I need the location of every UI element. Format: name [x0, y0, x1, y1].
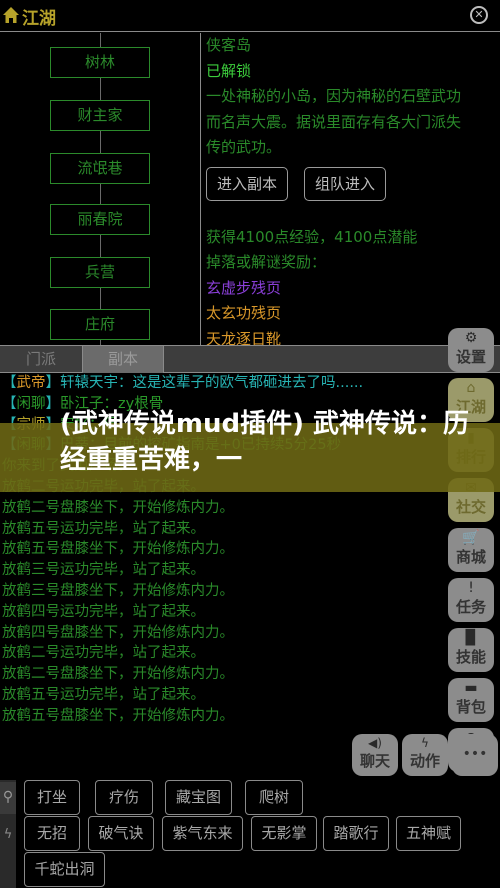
- book-icon: ▉: [465, 630, 477, 646]
- search-icon[interactable]: ⚲: [0, 782, 16, 814]
- command-button[interactable]: 无影掌: [251, 816, 317, 851]
- map-panel: 树林 财主家 流氓巷 丽春院 兵营 庄府: [0, 33, 200, 345]
- map-node[interactable]: 庄府: [50, 309, 150, 340]
- home-icon: ⌂: [466, 380, 476, 396]
- shop-button[interactable]: 🛒 商城: [448, 528, 494, 572]
- chat-button[interactable]: ◀) 聊天: [352, 734, 398, 776]
- command-button[interactable]: 打坐: [24, 780, 80, 815]
- system-message: 放鹤五号运功完毕，站了起来。: [2, 686, 205, 703]
- system-message: 放鹤四号运功完毕，站了起来。: [2, 603, 205, 620]
- dungeon-info-panel: 侠客岛 已解锁 一处神秘的小岛，因为神秘的石壁武功 而名声大震。据说里面存有各大…: [206, 33, 496, 345]
- speaker-icon: ◀): [368, 736, 382, 750]
- map-node[interactable]: 树林: [50, 47, 150, 78]
- dungeon-actions: 进入副本 组队进入: [206, 161, 496, 207]
- dungeon-status: 已解锁: [206, 61, 252, 80]
- channel-tag: 闲聊: [16, 395, 46, 412]
- more-button[interactable]: •••: [452, 734, 498, 776]
- settings-label: 设置: [455, 348, 486, 366]
- home-icon: [3, 7, 19, 23]
- dungeon-name: 侠客岛: [206, 36, 252, 54]
- system-message: 放鹤四号盘膝坐下，开始修炼内力。: [2, 624, 234, 641]
- system-message: 放鹤二号运功完毕，站了起来。: [2, 645, 205, 662]
- system-message: 放鹤五号盘膝坐下，开始修炼内力。: [2, 541, 234, 558]
- command-button[interactable]: 无招: [24, 816, 80, 851]
- article-title-banner: (武神传说mud插件) 武神传说：历经重重苦难，一: [0, 409, 500, 492]
- close-icon[interactable]: ✕: [470, 6, 488, 24]
- dungeon-description-line: 一处神秘的小岛，因为神秘的石壁武功: [206, 87, 462, 105]
- skills-label: 技能: [455, 648, 486, 666]
- chat-text: 轩辕天宇：这是这辈子的欧气都砸进去了吗......: [60, 375, 364, 391]
- lightning-icon: ϟ: [421, 736, 429, 750]
- reward-item[interactable]: 玄虚步残页: [206, 276, 496, 302]
- map-node[interactable]: 丽春院: [50, 204, 150, 235]
- tab-dungeon[interactable]: 副本: [82, 346, 164, 373]
- shop-label: 商城: [455, 548, 486, 566]
- system-message: 放鹤三号运功完毕，站了起来。: [2, 562, 205, 579]
- backpack-button[interactable]: ▬ 背包: [448, 678, 494, 722]
- enter-dungeon-button[interactable]: 进入副本: [206, 166, 289, 201]
- dungeon-description-line: 传的武功。: [206, 138, 282, 156]
- system-message: 放鹤二号盘膝坐下，开始修炼内力。: [2, 666, 234, 683]
- quest-button[interactable]: ! 任务: [448, 578, 494, 622]
- dungeon-description-line: 而名声大震。据说里面存有各大门派失: [206, 112, 462, 131]
- command-button[interactable]: 爬树: [245, 780, 303, 815]
- command-button[interactable]: 千蛇出洞: [24, 852, 105, 887]
- settings-button[interactable]: ⚙ 设置: [448, 328, 494, 372]
- backpack-label: 背包: [455, 698, 486, 716]
- banner-text: (武神传说mud插件) 武神传说：历经重重苦难，一: [60, 409, 470, 475]
- alert-icon: !: [468, 580, 474, 596]
- command-button[interactable]: 踏歌行: [323, 816, 389, 851]
- command-button[interactable]: 五神赋: [396, 816, 461, 851]
- top-header: 江湖 ✕: [0, 0, 500, 32]
- action-label: 动作: [409, 752, 440, 770]
- gear-icon: ⚙: [464, 330, 478, 346]
- command-button[interactable]: 紫气东来: [162, 816, 243, 851]
- map-node[interactable]: 流氓巷: [50, 153, 150, 184]
- tab-sect[interactable]: 门派: [0, 346, 82, 373]
- page-title: 江湖: [22, 9, 56, 29]
- map-path-line: [100, 33, 101, 345]
- reward-exp: 获得4100点经验，4100点潜能: [206, 227, 418, 246]
- briefcase-icon: ▬: [464, 680, 478, 696]
- system-message: 放鹤五号盘膝坐下，开始修炼内力。: [2, 707, 234, 724]
- reward-item[interactable]: 太玄功残页: [206, 301, 496, 327]
- quest-label: 任务: [455, 598, 486, 616]
- map-node[interactable]: 财主家: [50, 100, 150, 131]
- more-icon: •••: [462, 746, 488, 762]
- system-message: 放鹤二号盘膝坐下，开始修炼内力。: [2, 499, 234, 516]
- social-label: 社交: [455, 498, 486, 516]
- action-button[interactable]: ϟ 动作: [402, 734, 448, 776]
- command-bar-side: ⚲ ϟ: [0, 780, 16, 888]
- tab-bar: 门派 副本: [0, 345, 500, 373]
- chat-label: 聊天: [359, 752, 390, 770]
- lightning-icon[interactable]: ϟ: [0, 820, 16, 852]
- command-button[interactable]: 藏宝图: [165, 780, 232, 815]
- chat-message: 【武帝】轩辕天宇：这是这辈子的欧气都砸进去了吗......: [2, 375, 364, 391]
- command-button[interactable]: 疗伤: [95, 780, 153, 815]
- reward-title: 掉落或解谜奖励：: [206, 253, 327, 271]
- team-enter-button[interactable]: 组队进入: [304, 166, 387, 201]
- cart-icon: 🛒: [462, 530, 480, 546]
- map-node[interactable]: 兵营: [50, 257, 150, 288]
- system-message: 放鹤五号运功完毕，站了起来。: [2, 520, 205, 537]
- channel-tag: 武帝: [16, 375, 46, 391]
- command-button[interactable]: 破气诀: [88, 816, 154, 851]
- system-message: 放鹤三号盘膝坐下，开始修炼内力。: [2, 582, 234, 599]
- skills-button[interactable]: ▉ 技能: [448, 628, 494, 672]
- panel-divider: [200, 33, 201, 345]
